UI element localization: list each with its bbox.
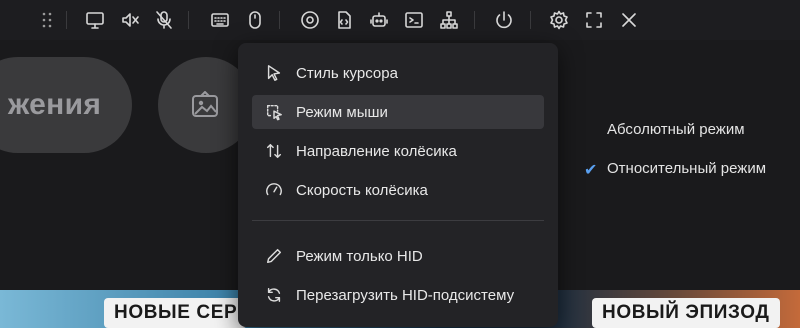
network-icon[interactable]: [438, 9, 460, 31]
monitor-icon[interactable]: [84, 9, 106, 31]
checkmark-icon: ✔: [584, 162, 598, 179]
mic-off-icon[interactable]: [153, 9, 175, 31]
refresh-icon: [264, 285, 284, 305]
menu-item-cursor-style[interactable]: Стиль курсора: [252, 56, 544, 90]
top-toolbar: [0, 0, 800, 40]
fullscreen-icon[interactable]: [583, 9, 605, 31]
pencil-icon: [264, 246, 284, 266]
mouse-mode-icon: [264, 102, 284, 122]
toolbar-divider: [66, 11, 67, 29]
submenu-option-relative[interactable]: Относительный режим: [607, 160, 766, 177]
mouse-settings-menu: Стиль курсора Режим мыши Направление кол…: [238, 43, 558, 327]
toolbar-divider: [530, 11, 531, 29]
menu-item-restart-hid[interactable]: Перезагрузить HID-подсистему: [252, 278, 544, 312]
gear-icon[interactable]: [548, 9, 570, 31]
bot-icon[interactable]: [368, 9, 390, 31]
menu-item-label: Перезагрузить HID-подсистему: [296, 286, 515, 304]
toolbar-divider: [474, 11, 475, 29]
banner-left-label: НОВЫЕ СЕР: [104, 298, 248, 328]
terminal-icon[interactable]: [403, 9, 425, 31]
mouse-icon[interactable]: [244, 9, 266, 31]
speed-gauge-icon: [264, 180, 284, 200]
speaker-muted-icon[interactable]: [119, 9, 141, 31]
scroll-direction-icon: [264, 141, 284, 161]
script-icon[interactable]: [333, 9, 355, 31]
pill-label: жения: [8, 88, 102, 121]
image-icon: [192, 91, 218, 117]
menu-item-hid-only[interactable]: Режим только HID: [252, 239, 544, 273]
toolbar-divider: [188, 11, 189, 29]
menu-item-label: Стиль курсора: [296, 64, 398, 82]
power-icon[interactable]: [493, 9, 515, 31]
menu-divider: [252, 220, 544, 221]
menu-item-label: Режим только HID: [296, 247, 423, 265]
menu-item-scroll-speed[interactable]: Скорость колёсика: [252, 173, 544, 207]
keyboard-icon[interactable]: [209, 9, 231, 31]
close-icon[interactable]: [618, 9, 640, 31]
background-pill-button[interactable]: жения: [0, 57, 132, 153]
menu-item-mouse-mode[interactable]: Режим мыши: [252, 95, 544, 129]
drag-handle-icon[interactable]: [36, 9, 58, 31]
record-icon[interactable]: [299, 9, 321, 31]
menu-item-label: Скорость колёсика: [296, 181, 428, 199]
cursor-icon: [264, 63, 284, 83]
toolbar-divider: [279, 11, 280, 29]
submenu-option-absolute[interactable]: Абсолютный режим: [607, 121, 745, 138]
menu-item-label: Режим мыши: [296, 103, 388, 121]
menu-item-label: Направление колёсика: [296, 142, 457, 160]
menu-item-scroll-direction[interactable]: Направление колёсика: [252, 134, 544, 168]
banner-right-label: НОВЫЙ ЭПИЗОД: [592, 298, 780, 328]
